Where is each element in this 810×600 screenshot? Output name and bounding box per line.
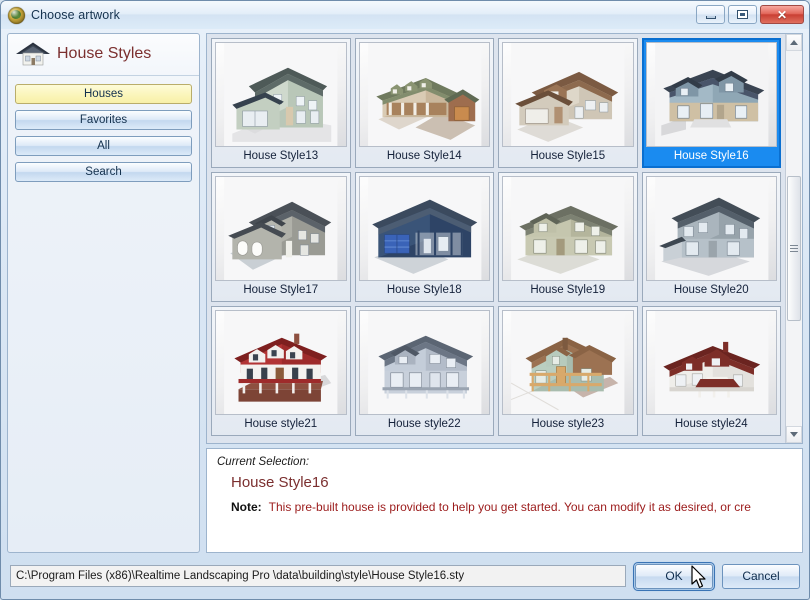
scroll-down-button[interactable] xyxy=(786,426,802,443)
thumbnail-item[interactable]: House style23 xyxy=(498,306,638,436)
selected-item-name: House Style16 xyxy=(231,474,329,491)
thumbnail-item[interactable]: House style22 xyxy=(354,306,494,436)
globe-icon xyxy=(8,6,25,24)
minimize-icon xyxy=(705,15,716,19)
thumbnail-item[interactable]: House Style14 xyxy=(354,38,494,168)
sidebar-item-search[interactable]: Search xyxy=(15,162,192,182)
thumbnail-label: House style21 xyxy=(244,417,318,430)
thumbnail-item[interactable]: House style21 xyxy=(211,306,351,436)
note-row: Note: This pre-built house is provided to… xyxy=(231,500,792,514)
thumbnail-image xyxy=(358,176,490,281)
thumbnail-image xyxy=(502,176,634,281)
scrollbar-track[interactable] xyxy=(786,51,802,426)
sidebar: House Styles Houses Favorites All Search xyxy=(7,33,200,553)
sidebar-button-list: Houses Favorites All Search xyxy=(8,76,199,190)
thumbnail-image xyxy=(215,42,347,147)
thumbnail-image xyxy=(215,310,347,415)
thumbnail-label: House Style20 xyxy=(673,283,749,296)
house-icon xyxy=(16,41,50,67)
cancel-button[interactable]: Cancel xyxy=(722,563,800,589)
thumbnail-label: House Style14 xyxy=(386,149,462,162)
thumbnail-label: House Style17 xyxy=(243,283,319,296)
description-panel: Current Selection: House Style16 Note: Th… xyxy=(206,448,803,553)
close-button[interactable]: ✕ xyxy=(760,5,804,24)
minimize-button[interactable] xyxy=(696,5,725,24)
caption-buttons: ✕ xyxy=(696,5,804,24)
thumbnail-image xyxy=(215,176,347,281)
chevron-up-icon xyxy=(790,40,798,45)
thumbnail-label: House Style19 xyxy=(530,283,606,296)
thumbnail-item[interactable]: House Style15 xyxy=(498,38,638,168)
chevron-down-icon xyxy=(790,432,798,437)
content-area: House Style13 House Style14 House Style1… xyxy=(206,33,803,553)
thumbnail-image xyxy=(358,42,490,147)
thumbnail-label: House Style15 xyxy=(530,149,606,162)
restore-button[interactable] xyxy=(728,5,757,24)
thumbnail-item-selected[interactable]: House Style16 xyxy=(641,38,781,168)
thumbnail-label: House Style13 xyxy=(243,149,319,162)
note-label: Note: xyxy=(231,500,262,514)
thumbnail-label: House Style16 xyxy=(673,149,749,162)
gallery-scrollbar[interactable] xyxy=(785,34,802,443)
thumbnail-image xyxy=(358,310,490,415)
thumbnail-image xyxy=(645,42,777,147)
title-bar: Choose artwork ✕ xyxy=(1,1,809,29)
sidebar-item-all[interactable]: All xyxy=(15,136,192,156)
thumbnail-item[interactable]: House Style17 xyxy=(211,172,351,302)
thumbnail-label: House Style18 xyxy=(386,283,462,296)
thumbnail-item[interactable]: House Style19 xyxy=(498,172,638,302)
scrollbar-grip-icon xyxy=(790,243,798,254)
thumbnail-image xyxy=(502,310,634,415)
current-selection-label: Current Selection: xyxy=(217,456,310,468)
sidebar-title: House Styles xyxy=(57,45,152,62)
thumbnail-item[interactable]: House style24 xyxy=(641,306,781,436)
thumbnail-label: House style22 xyxy=(387,417,461,430)
thumbnail-grid: House Style13 House Style14 House Style1… xyxy=(207,34,785,443)
thumbnail-item[interactable]: House Style18 xyxy=(354,172,494,302)
sidebar-item-favorites[interactable]: Favorites xyxy=(15,110,192,130)
scroll-up-button[interactable] xyxy=(786,34,802,51)
file-path-field[interactable]: C:\Program Files (x86)\Realtime Landscap… xyxy=(10,565,626,587)
footer-bar: C:\Program Files (x86)\Realtime Landscap… xyxy=(1,553,809,599)
thumbnail-item[interactable]: House Style13 xyxy=(211,38,351,168)
scrollbar-thumb[interactable] xyxy=(787,176,801,321)
sidebar-item-houses[interactable]: Houses xyxy=(15,84,192,104)
thumbnail-image xyxy=(645,310,777,415)
thumbnail-item[interactable]: House Style20 xyxy=(641,172,781,302)
gallery-panel: House Style13 House Style14 House Style1… xyxy=(206,33,803,444)
thumbnail-image xyxy=(645,176,777,281)
thumbnail-image xyxy=(502,42,634,147)
thumbnail-label: House style23 xyxy=(531,417,605,430)
restore-icon xyxy=(737,10,748,19)
window-title: Choose artwork xyxy=(31,8,120,22)
dialog-body: House Styles Houses Favorites All Search xyxy=(1,29,809,553)
thumbnail-label: House style24 xyxy=(674,417,748,430)
ok-button[interactable]: OK xyxy=(633,561,715,591)
note-text: This pre-built house is provided to help… xyxy=(268,500,751,514)
sidebar-header: House Styles xyxy=(8,34,199,76)
choose-artwork-dialog: Choose artwork ✕ House Styles Houses Fav… xyxy=(0,0,810,600)
